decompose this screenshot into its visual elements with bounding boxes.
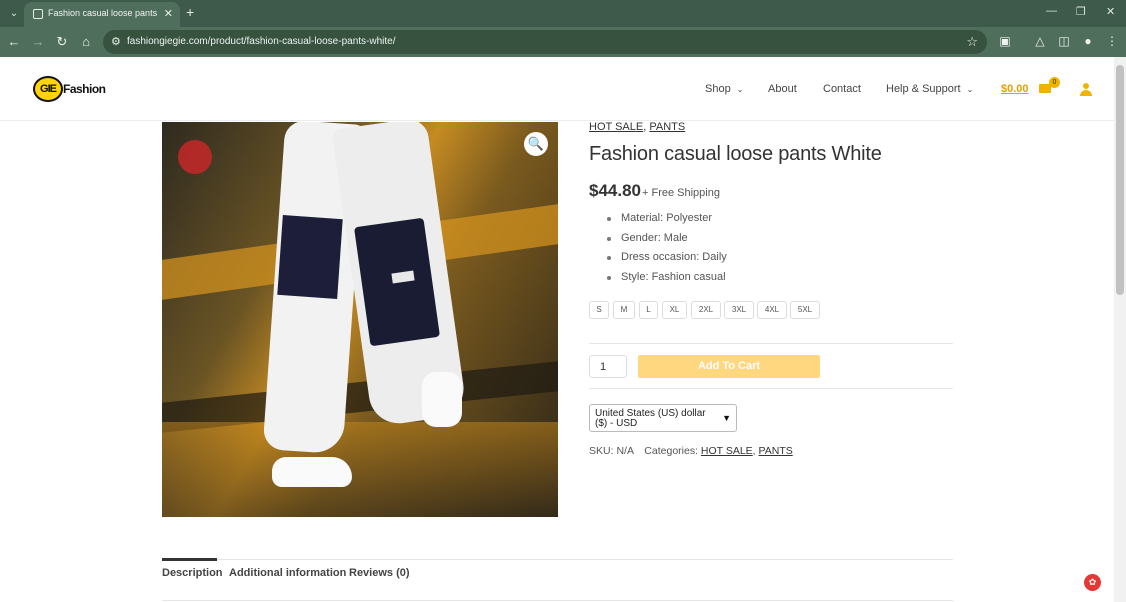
size-option-4xl[interactable]: 4XL xyxy=(757,301,787,319)
user-icon-head xyxy=(1083,83,1089,89)
photo-shoe xyxy=(422,372,462,427)
site-info-icon[interactable]: ⚙ xyxy=(111,35,121,48)
nav-help-label: Help & Support xyxy=(886,83,961,95)
size-option-5xl[interactable]: 5XL xyxy=(790,301,820,319)
bookmark-star-icon[interactable]: ☆ xyxy=(966,34,978,50)
chat-widget-icon[interactable]: ✿ xyxy=(1084,574,1101,591)
product-meta: SKU: N/A Categories: HOT SALE, PANTS xyxy=(589,445,793,457)
page-scrollbar[interactable] xyxy=(1114,57,1126,602)
user-icon[interactable] xyxy=(1080,83,1092,97)
size-option-2xl[interactable]: 2XL xyxy=(691,301,721,319)
shipping-note: + Free Shipping xyxy=(642,187,720,199)
close-window-icon[interactable]: ✕ xyxy=(1106,5,1115,18)
url-text: fashiongiegie.com/product/fashion-casual… xyxy=(127,36,396,47)
category-link-pants[interactable]: PANTS xyxy=(649,121,685,133)
labs-icon[interactable]: △ xyxy=(1032,34,1048,48)
tab-close-icon[interactable]: ✕ xyxy=(164,7,173,20)
categories-label: Categories: xyxy=(644,445,698,457)
feature-item: Dress occasion: Daily xyxy=(607,251,727,271)
currency-selected-value: United States (US) dollar ($) - USD xyxy=(595,408,706,429)
browser-toolbar: ← → ↻ ⌂ ⚙ fashiongiegie.com/product/fash… xyxy=(0,27,1126,57)
product-title: Fashion casual loose pants White xyxy=(589,143,882,165)
browser-menu-icon[interactable]: ⋮ xyxy=(1104,34,1120,48)
tab-description[interactable]: Description xyxy=(162,567,223,579)
favicon-icon xyxy=(33,9,43,19)
divider xyxy=(589,388,953,389)
nav-help-support[interactable]: Help & Support ⌄ xyxy=(886,83,973,95)
currency-select[interactable]: United States (US) dollar ($) - USD ▼ xyxy=(589,404,737,432)
logo-text: Fashion xyxy=(63,82,106,96)
photo-shoe xyxy=(272,457,352,487)
add-to-cart-button[interactable]: Add To Cart xyxy=(638,355,820,378)
nav-shop-label: Shop xyxy=(705,83,731,95)
nav-about[interactable]: About xyxy=(768,83,797,95)
size-option-s[interactable]: S xyxy=(589,301,609,319)
chevron-down-icon: ⌄ xyxy=(736,85,744,94)
brand-badge xyxy=(178,140,212,174)
category-link-hot-sale[interactable]: HOT SALE xyxy=(589,121,643,133)
side-panel-icon[interactable]: ◫ xyxy=(1056,34,1072,48)
tab-additional-information[interactable]: Additional information xyxy=(229,567,346,579)
cart-total[interactable]: $0.00 xyxy=(1001,83,1029,95)
extensions-icon[interactable]: ▣ xyxy=(997,34,1013,48)
photo-step xyxy=(162,422,558,517)
divider xyxy=(162,600,953,601)
cart-count-badge: 0 xyxy=(1049,77,1060,88)
magnifier-icon[interactable]: 🔍 xyxy=(524,132,548,156)
sku-value: N/A xyxy=(616,445,634,457)
address-bar[interactable]: ⚙ fashiongiegie.com/product/fashion-casu… xyxy=(103,30,987,54)
browser-tab[interactable]: Fashion casual loose pants White ✕ xyxy=(24,2,180,27)
home-icon[interactable]: ⌂ xyxy=(78,34,94,50)
active-tab-indicator xyxy=(162,558,217,561)
product-categories-top: HOT SALE, PANTS xyxy=(589,121,685,133)
tab-title: Fashion casual loose pants White xyxy=(48,8,158,18)
size-option-xl[interactable]: XL xyxy=(662,301,687,319)
category-link-hot-sale[interactable]: HOT SALE xyxy=(701,445,753,457)
browser-tabbar: ⌄ Fashion casual loose pants White ✕ + —… xyxy=(0,0,1126,27)
nav-contact[interactable]: Contact xyxy=(823,83,861,95)
size-option-m[interactable]: M xyxy=(613,301,635,319)
tab-search-icon[interactable]: ⌄ xyxy=(6,6,22,22)
feature-item: Gender: Male xyxy=(607,232,727,252)
reload-icon[interactable]: ↻ xyxy=(54,34,70,50)
divider xyxy=(589,343,953,344)
site-header: GIE Fashion Shop ⌄ About Contact Help & S… xyxy=(0,57,1114,121)
tab-reviews[interactable]: Reviews (0) xyxy=(349,567,410,579)
logo-mark: GIE xyxy=(33,76,63,102)
restore-icon[interactable]: ❐ xyxy=(1076,5,1086,18)
feature-list: Material: Polyester Gender: Male Dress o… xyxy=(607,212,727,290)
minimize-icon[interactable]: — xyxy=(1046,5,1057,17)
feature-item: Material: Polyester xyxy=(607,212,727,232)
category-link-pants[interactable]: PANTS xyxy=(759,445,793,457)
feature-item: Style: Fashion casual xyxy=(607,271,727,291)
new-tab-button[interactable]: + xyxy=(186,4,194,20)
tabs-divider xyxy=(162,559,953,560)
dropdown-arrow-icon: ▼ xyxy=(722,413,731,423)
quantity-input[interactable]: 1 xyxy=(589,355,627,378)
product-image[interactable] xyxy=(162,122,558,517)
chevron-down-icon: ⌄ xyxy=(966,85,974,94)
back-icon[interactable]: ← xyxy=(6,34,22,50)
photo-pants-panel xyxy=(277,215,343,299)
forward-icon[interactable]: → xyxy=(30,34,46,50)
size-option-l[interactable]: L xyxy=(639,301,658,319)
sku-label: SKU: xyxy=(589,445,614,457)
nav-shop[interactable]: Shop ⌄ xyxy=(705,83,743,95)
profile-icon[interactable]: ● xyxy=(1080,34,1096,48)
product-price: $44.80 xyxy=(589,181,641,200)
scrollbar-thumb[interactable] xyxy=(1116,65,1124,295)
size-option-3xl[interactable]: 3XL xyxy=(724,301,754,319)
user-icon-body xyxy=(1080,90,1092,96)
